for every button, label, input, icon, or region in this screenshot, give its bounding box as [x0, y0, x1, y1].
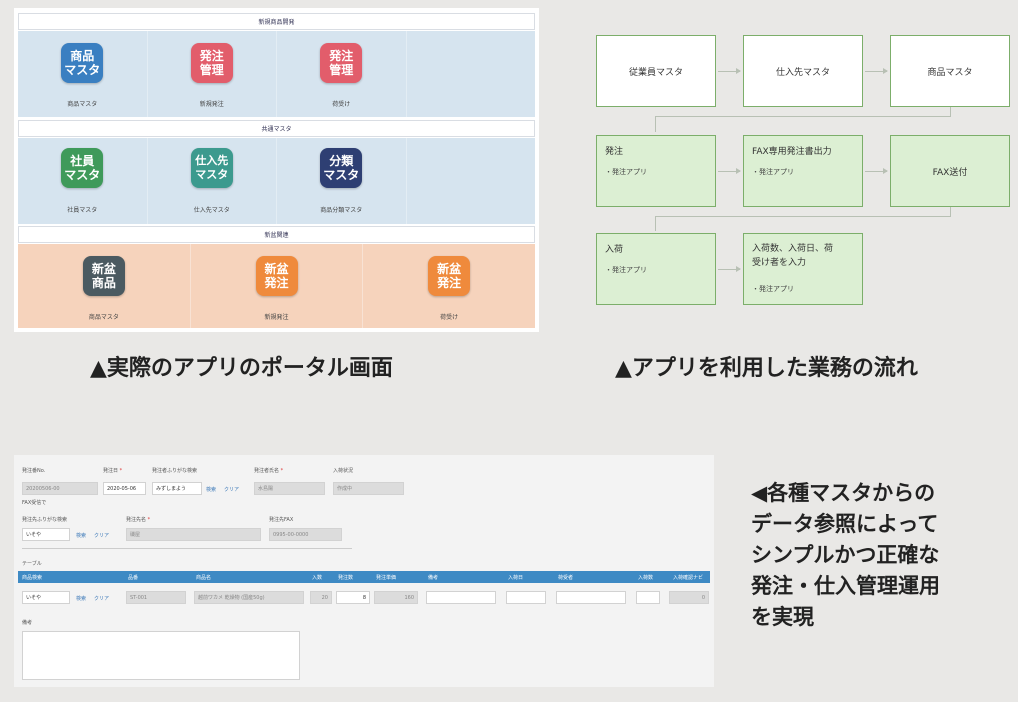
app-label: 荷受け: [332, 101, 351, 108]
shinbon-order-icon: 新盆 発注: [428, 256, 471, 296]
connector: [950, 207, 951, 216]
label-arrival-status: 入荷状況: [333, 468, 354, 474]
label-fax-sent: FAX受信で: [22, 500, 47, 506]
search-link[interactable]: 検索: [76, 595, 86, 602]
connector: [655, 116, 656, 132]
section-header-common-master: 共通マスタ: [18, 120, 535, 137]
row-kana-input[interactable]: いそや: [22, 591, 70, 604]
label-orderer-name: 発注者氏名 *: [254, 468, 284, 474]
app-label: 商品分類マスタ: [320, 207, 363, 214]
app-tile-employee-master[interactable]: 社員 マスタ 社員マスタ: [18, 138, 148, 224]
shinbon-order-icon: 新盆 発注: [255, 256, 298, 296]
unit-field: 20: [310, 591, 332, 604]
app-tile-receiving[interactable]: 発注 管理 荷受け: [277, 31, 407, 117]
portal-row-2: 社員 マスタ 社員マスタ 仕入先 マスタ 仕入先マスタ 分類 マスタ 商品分類マスタ: [18, 138, 535, 224]
shinbon-product-icon: 新盆 商品: [82, 256, 125, 296]
kana-search-input[interactable]: みずしまよう: [152, 482, 202, 495]
order-date-field[interactable]: 2020-05-06: [103, 482, 146, 495]
app-tile-shinbon-order[interactable]: 新盆 発注 新規発注: [191, 244, 364, 328]
app-tile-product-master[interactable]: 商品 マスタ 商品マスタ: [18, 31, 148, 117]
order-no-field: 20200506-00: [22, 482, 98, 495]
remarks-input[interactable]: [426, 591, 496, 604]
arrow-right-icon: [718, 168, 741, 174]
flow-product-master: 商品マスタ: [890, 35, 1010, 107]
label-notes: 備考: [22, 620, 33, 626]
flow-supplier-master: 仕入先マスタ: [743, 35, 863, 107]
quantity-input[interactable]: 8: [336, 591, 370, 604]
divider: [22, 548, 352, 549]
arrival-date-input[interactable]: [506, 591, 546, 604]
label-order-no: 発注番No.: [22, 468, 46, 474]
portal-row-3: 新盆 商品 商品マスタ 新盆 発注 新規発注 新盆 発注 荷受け: [18, 244, 535, 328]
amount-field: 160: [374, 591, 418, 604]
connector: [950, 107, 951, 116]
supplier-kana-input[interactable]: いそや: [22, 528, 70, 541]
product-name-field: 越前ワカメ 乾燥物 (国産50g): [194, 591, 304, 604]
notes-textarea[interactable]: [22, 631, 300, 680]
flow-arrival-input: 入荷数、入荷日、荷 受け者を入力 ・発注アプリ: [743, 233, 863, 305]
label-supplier-name: 発注先名 *: [126, 517, 151, 523]
app-label: 社員マスタ: [67, 207, 98, 214]
app-tile-category-master[interactable]: 分類 マスタ 商品分類マスタ: [277, 138, 407, 224]
app-label: 仕入先マスタ: [193, 207, 230, 214]
label-supplier-kana: 発注先ふりがな検索: [22, 517, 68, 523]
flow-fax-output: FAX専用発注書出力 ・発注アプリ: [743, 135, 863, 207]
receiver-input[interactable]: [556, 591, 626, 604]
arrival-check-field: 0: [669, 591, 709, 604]
product-code-field: ST-001: [126, 591, 186, 604]
portal-screenshot: 新規商品開発 商品 マスタ 商品マスタ 発注 管理 新規発注 発注 管理 荷受け 共通…: [14, 8, 539, 332]
table-title: テーブル: [22, 561, 42, 567]
label-kana-search: 発注者ふりがな検索: [152, 468, 198, 474]
app-label: 商品マスタ: [67, 101, 98, 108]
portal-row-1: 商品 マスタ 商品マスタ 発注 管理 新規発注 発注 管理 荷受け: [18, 31, 535, 117]
section-header-new-product: 新規商品開発: [18, 13, 535, 30]
category-master-icon: 分類 マスタ: [320, 148, 363, 188]
section-header-shinbon: 新盆関連: [18, 226, 535, 243]
app-tile-new-order[interactable]: 発注 管理 新規発注: [148, 31, 277, 117]
caption-flow: ▲アプリを利用した業務の流れ: [615, 356, 918, 381]
supplier-master-icon: 仕入先 マスタ: [190, 148, 233, 188]
order-form-screenshot: 発注番No. 発注日 * 発注者ふりがな検索 発注者氏名 * 入荷状況 2020…: [14, 455, 714, 687]
search-link[interactable]: 検索: [206, 486, 216, 493]
arrow-right-icon: [718, 68, 741, 74]
product-master-icon: 商品 マスタ: [61, 43, 104, 83]
label-order-date: 発注日 *: [103, 468, 123, 474]
label-supplier-fax: 発注先FAX: [269, 517, 294, 523]
arrow-right-icon: [718, 266, 741, 272]
description-text: ◀各種マスタからの データ参照によって シンプルかつ正確な 発注・仕入管理運用 …: [751, 481, 940, 629]
supplier-name-field: 磯屋: [126, 528, 261, 541]
arrival-qty-input[interactable]: [636, 591, 660, 604]
employee-master-icon: 社員 マスタ: [61, 148, 104, 188]
order-management-icon: 発注 管理: [190, 43, 233, 83]
clear-link[interactable]: クリア: [224, 486, 239, 493]
connector: [655, 216, 951, 217]
supplier-fax-field: 0995-00-0000: [269, 528, 342, 541]
flow-arrival: 入荷 ・発注アプリ: [596, 233, 716, 305]
caption-portal: ▲実際のアプリのポータル画面: [90, 356, 393, 381]
arrival-status-field: 作成中: [333, 482, 404, 495]
app-label: 新規発注: [264, 314, 289, 321]
table-header: 商品検索 品番 商品名 入数 発注数 発注単価 備考 入荷日 荷受者 入荷数 入…: [18, 571, 710, 583]
app-tile-shinbon-product[interactable]: 新盆 商品 商品マスタ: [18, 244, 191, 328]
empty-tile: [407, 31, 536, 117]
clear-link[interactable]: クリア: [94, 532, 109, 539]
arrow-right-icon: [865, 168, 888, 174]
app-tile-supplier-master[interactable]: 仕入先 マスタ 仕入先マスタ: [148, 138, 277, 224]
flow-fax-send: FAX送付: [890, 135, 1010, 207]
order-management-icon: 発注 管理: [320, 43, 363, 83]
flow-order: 発注 ・発注アプリ: [596, 135, 716, 207]
connector: [655, 216, 656, 231]
app-label: 新規発注: [199, 101, 224, 108]
orderer-name-field: 水島陽: [254, 482, 325, 495]
flow-employee-master: 従業員マスタ: [596, 35, 716, 107]
empty-tile: [407, 138, 536, 224]
connector: [655, 116, 951, 117]
clear-link[interactable]: クリア: [94, 595, 109, 602]
app-label: 商品マスタ: [88, 314, 119, 321]
app-tile-shinbon-receiving[interactable]: 新盆 発注 荷受け: [363, 244, 535, 328]
arrow-right-icon: [865, 68, 888, 74]
search-link[interactable]: 検索: [76, 532, 86, 539]
app-label: 荷受け: [440, 314, 459, 321]
